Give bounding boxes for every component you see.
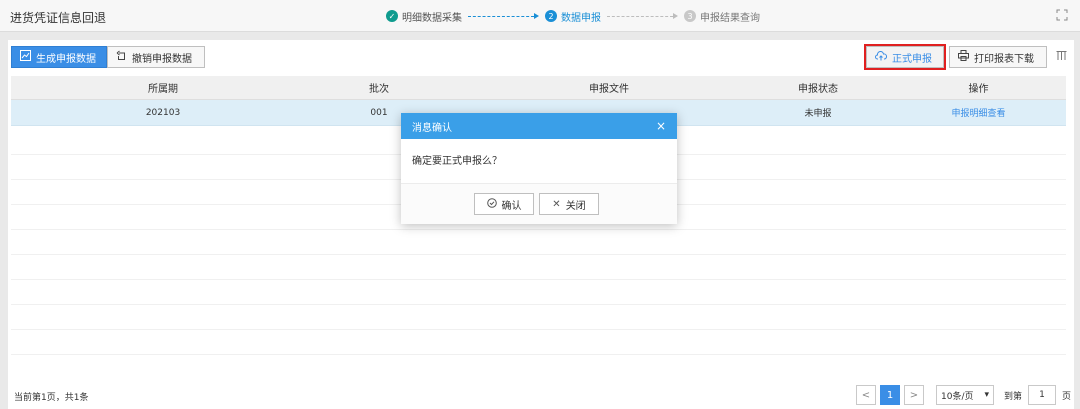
page-title: 进货凭证信息回退 [10,11,107,25]
column-header-status: 申报状态 [798,84,838,95]
dialog-header: 消息确认 × [401,113,677,139]
step-2: 2 数据申报 [545,9,601,24]
cell-status: 未申报 [804,109,832,119]
check-circle-icon [486,197,497,211]
cell-period: 202103 [145,107,181,118]
check-circle-icon: ✓ [386,10,398,22]
next-page-button[interactable]: > [904,385,924,405]
step-3-number: 3 [684,10,696,22]
pagination-info: 当前第1页，共1条 [14,393,89,403]
generate-declaration-button[interactable]: 生成申报数据 [11,46,107,68]
view-details-link[interactable]: 申报明细查看 [951,109,1005,119]
step-1-label: 明细数据采集 [402,12,462,24]
toolbar: 生成申报数据 撤销申报数据 正式申报 打印报表下载 [8,40,1074,72]
step-arrow-1 [468,13,539,19]
dialog-footer: 确认 ✕ 关闭 [401,184,677,224]
goto-page-input[interactable]: 1 [1028,385,1057,405]
column-header-batch: 批次 [369,84,389,95]
confirm-button[interactable]: 确认 [474,193,534,215]
chart-icon [20,50,31,64]
step-1: ✓ 明细数据采集 [386,9,462,24]
x-icon: ✕ [552,198,561,210]
page-size-select[interactable]: 10条/页 ▾ [936,385,994,405]
confirm-dialog: 消息确认 × 确定要正式申报么？ 确认 ✕ 关闭 [401,113,677,224]
print-label: 打印报表下载 [974,53,1034,65]
step-arrow-2 [607,13,678,19]
page-1-button[interactable]: 1 [880,385,900,405]
cell-actions: 申报明细查看 [891,106,1066,119]
prev-page-button[interactable]: < [856,385,876,405]
close-label: 关闭 [565,200,586,212]
top-bar: 进货凭证信息回退 ✓ 明细数据采集 2 数据申报 3 申报结果查询 [0,0,1080,32]
close-icon[interactable]: × [656,119,666,133]
undo-icon [116,50,127,64]
step-2-number: 2 [545,10,557,22]
column-header-file: 申报文件 [589,84,629,95]
cancel-label: 撤销申报数据 [132,53,192,65]
declare-label: 正式申报 [892,53,932,65]
print-download-button[interactable]: 打印报表下载 [949,46,1047,68]
pagination: < 1 > 10条/页 ▾ 到第 1 页 [856,385,1071,405]
dialog-title: 消息确认 [412,122,452,134]
step-2-label: 数据申报 [561,12,601,24]
formal-declare-button[interactable]: 正式申报 [866,46,944,68]
column-header-actions: 操作 [968,84,989,95]
column-header-period: 所属期 [148,84,178,95]
cloud-upload-icon [875,50,888,64]
page-size-value: 10条/页 [941,391,974,402]
goto-label: 到第 [1004,391,1023,402]
generate-label: 生成申报数据 [36,53,96,65]
cancel-declaration-button[interactable]: 撤销申报数据 [107,46,205,68]
step-3-label: 申报结果查询 [700,12,760,24]
page-unit-label: 页 [1062,391,1072,402]
table-header: 所属期 批次 申报文件 申报状态 操作 [11,76,1066,100]
confirm-label: 确认 [501,200,522,212]
chevron-down-icon: ▾ [984,390,989,400]
fullscreen-icon[interactable] [1056,9,1068,21]
dialog-message: 确定要正式申报么？ [401,139,677,184]
main-panel: 生成申报数据 撤销申报数据 正式申报 打印报表下载 所属期 批次 申报文件 申报… [8,40,1074,409]
column-settings-icon[interactable] [1056,50,1067,64]
printer-icon [958,50,969,64]
close-button[interactable]: ✕ 关闭 [539,193,599,215]
step-3: 3 申报结果查询 [684,9,760,24]
step-progress: ✓ 明细数据采集 2 数据申报 3 申报结果查询 [386,9,760,24]
